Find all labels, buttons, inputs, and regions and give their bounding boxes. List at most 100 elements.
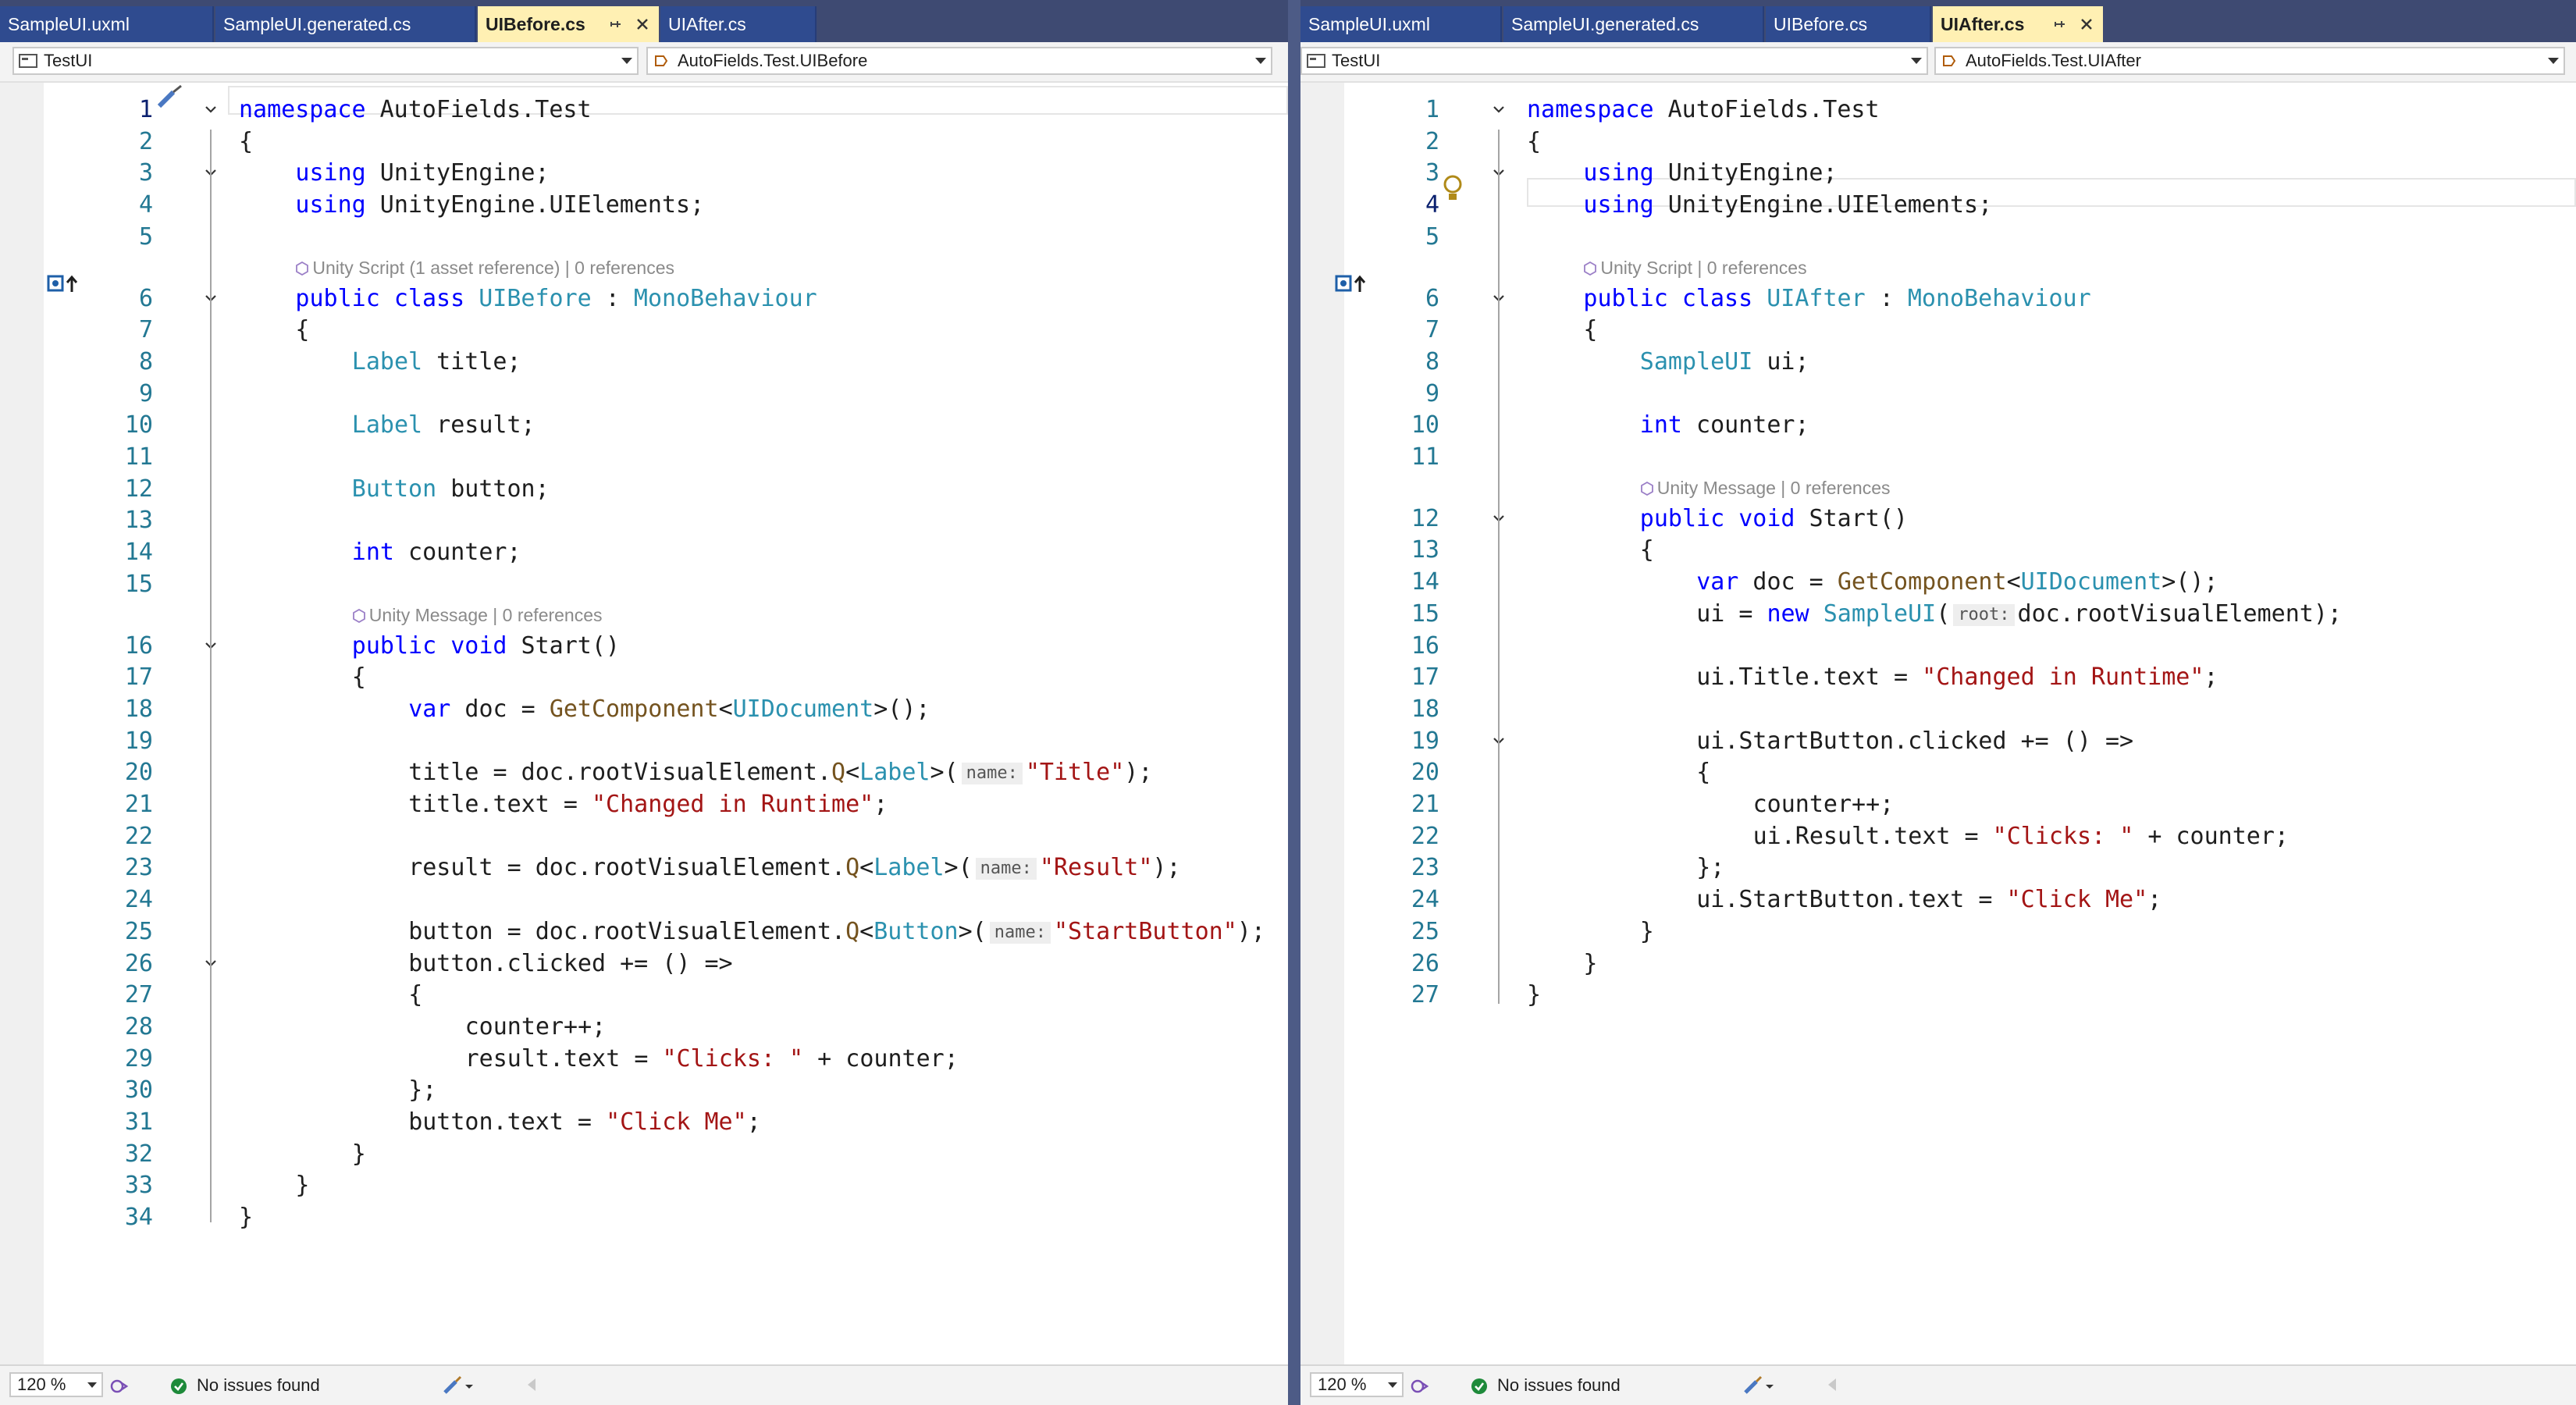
code-line[interactable]: 8 Label title; (0, 346, 1288, 378)
code-line[interactable]: 1 namespace AutoFields.Test (1300, 94, 2576, 126)
code-lens[interactable]: Unity Message | 0 references (352, 603, 603, 627)
implements-icon[interactable] (47, 272, 81, 295)
code-line[interactable]: 16 (1300, 630, 2576, 662)
code-line[interactable]: 5 (1300, 221, 2576, 253)
unity-cube-icon (1584, 261, 1597, 276)
code-line[interactable]: 22 ui.Result.text = "Clicks: " + counter; (1300, 820, 2576, 852)
code-cleanup-icon[interactable] (1742, 1375, 1774, 1396)
tab-sampleui-generated[interactable]: SampleUI.generated.cs (215, 6, 476, 42)
code-line[interactable]: 10 int counter; (1300, 409, 2576, 441)
code-line[interactable]: 18 (1300, 693, 2576, 725)
code-line[interactable]: 21 counter++; (1300, 788, 2576, 820)
project-dropdown[interactable]: TestUI (12, 47, 639, 75)
code-lens[interactable]: Unity Script | 0 references (1583, 256, 1807, 279)
code-line[interactable]: 12 Button button; (0, 473, 1288, 505)
zoom-dropdown[interactable]: 120 % (9, 1372, 103, 1397)
tab-uiafter[interactable]: UIAfter.cs (1933, 6, 2103, 42)
code-line[interactable]: 33} (0, 1169, 1288, 1201)
tab-uiafter[interactable]: UIAfter.cs (660, 6, 817, 42)
code-line[interactable]: 16 public void Start() (0, 630, 1288, 662)
code-line[interactable]: 11 (1300, 441, 2576, 473)
code-line[interactable]: 15 ui = new SampleUI(root: doc.rootVisualE… (1300, 598, 2576, 630)
code-line[interactable]: 3 using UnityEngine; (0, 157, 1288, 189)
issues-status[interactable]: No issues found (197, 1366, 320, 1405)
code-line[interactable]: 7{ (0, 314, 1288, 346)
code-line[interactable]: 24 ui.StartButton.text = "Click Me"; (1300, 884, 2576, 916)
code-line[interactable]: 21 title.text = "Changed in Runtime"; (0, 788, 1288, 820)
tab-uibefore[interactable]: UIBefore.cs (478, 6, 659, 42)
code-line[interactable]: 3 using UnityEngine; (1300, 157, 2576, 189)
implements-icon[interactable] (1335, 272, 1369, 295)
code-line[interactable]: 7{ (1300, 314, 2576, 346)
code-line[interactable]: 28 counter++; (0, 1011, 1288, 1043)
code-line[interactable]: 27 { (0, 979, 1288, 1011)
code-line[interactable]: 23}; (1300, 852, 2576, 884)
intellicode-icon[interactable] (1410, 1377, 1430, 1396)
zoom-dropdown[interactable]: 120 % (1310, 1372, 1404, 1397)
code-line[interactable]: 34} (0, 1201, 1288, 1233)
type-dropdown[interactable]: AutoFields.Test.UIAfter (1934, 47, 2565, 75)
code-line[interactable]: 14 var doc = GetComponent<UIDocument>(); (1300, 566, 2576, 598)
type-dropdown[interactable]: AutoFields.Test.UIBefore (646, 47, 1272, 75)
code-line[interactable]: 20 { (1300, 756, 2576, 788)
code-line[interactable]: 2{ (0, 126, 1288, 158)
code-line[interactable]: 6 public class UIAfter : MonoBehaviour (1300, 283, 2576, 315)
code-line[interactable]: 17 { (0, 661, 1288, 693)
code-line[interactable]: 30}; (0, 1074, 1288, 1106)
project-dropdown[interactable]: TestUI (1300, 47, 1928, 75)
code-lens[interactable]: Unity Script (1 asset reference) | 0 ref… (295, 256, 674, 279)
code-line[interactable]: 8 SampleUI ui; (1300, 346, 2576, 378)
code-line[interactable]: 5 (0, 221, 1288, 253)
code-line[interactable]: 2{ (1300, 126, 2576, 158)
scroll-left-icon[interactable] (528, 1378, 535, 1391)
code-line[interactable]: 23 result = doc.rootVisualElement.Q<Label… (0, 852, 1288, 884)
issues-status[interactable]: No issues found (1497, 1366, 1621, 1405)
chevron-down-icon[interactable] (1493, 103, 1505, 116)
lightbulb-icon[interactable] (1439, 173, 1466, 205)
code-line[interactable]: 19 ui.StartButton.clicked += () => (1300, 725, 2576, 757)
code-line[interactable]: 13 { (1300, 534, 2576, 566)
code-line[interactable]: 19 (0, 725, 1288, 757)
code-line[interactable]: 13 (0, 504, 1288, 536)
close-icon[interactable] (634, 16, 651, 33)
check-icon (1471, 1378, 1487, 1394)
code-line[interactable]: 14 int counter; (0, 536, 1288, 568)
code-line[interactable]: 22 (0, 820, 1288, 852)
code-line[interactable]: 17 ui.Title.text = "Changed in Runtime"; (1300, 661, 2576, 693)
tab-sampleui-uxml[interactable]: SampleUI.uxml (1300, 6, 1502, 42)
code-line[interactable]: 12 public void Start() (1300, 503, 2576, 535)
code-line[interactable]: 6 public class UIBefore : MonoBehaviour (0, 283, 1288, 315)
code-line[interactable]: 9 (0, 378, 1288, 410)
tab-sampleui-uxml[interactable]: SampleUI.uxml (0, 6, 214, 42)
code-line[interactable]: 10 Label result; (0, 409, 1288, 441)
scroll-left-icon[interactable] (1828, 1378, 1836, 1391)
close-icon[interactable] (2078, 16, 2095, 33)
code-line[interactable]: 26} (1300, 948, 2576, 980)
code-line[interactable]: 4 using UnityEngine.UIElements; (0, 189, 1288, 221)
code-line[interactable]: 25 button = doc.rootVisualElement.Q<Butto… (0, 916, 1288, 948)
pin-icon[interactable] (607, 16, 624, 33)
code-line[interactable]: 29 result.text = "Clicks: " + counter; (0, 1043, 1288, 1075)
code-line[interactable]: 20 title = doc.rootVisualElement.Q<Label>… (0, 756, 1288, 788)
code-line[interactable]: 31 button.text = "Click Me"; (0, 1106, 1288, 1138)
screwdriver-brush-icon[interactable] (153, 83, 200, 114)
code-editor[interactable]: 1 namespace AutoFields.Test 2{3 using Unity… (0, 83, 1288, 1366)
tab-sampleui-generated[interactable]: SampleUI.generated.cs (1503, 6, 1764, 42)
code-line[interactable]: 18 var doc = GetComponent<UIDocument>(); (0, 693, 1288, 725)
code-line[interactable]: 9 (1300, 378, 2576, 410)
code-line[interactable]: 15 (0, 568, 1288, 600)
tab-uibefore[interactable]: UIBefore.cs (1766, 6, 1931, 42)
code-line[interactable]: 26 button.clicked += () => (0, 948, 1288, 980)
code-line[interactable]: 24 (0, 884, 1288, 916)
code-cleanup-icon[interactable] (442, 1375, 473, 1396)
intellicode-icon[interactable] (109, 1377, 130, 1396)
code-editor[interactable]: 1 namespace AutoFields.Test 2{3 using Unity… (1300, 83, 2576, 1366)
code-line[interactable]: 25} (1300, 916, 2576, 948)
code-lens[interactable]: Unity Message | 0 references (1640, 476, 1891, 500)
pin-icon[interactable] (2051, 16, 2069, 33)
code-line[interactable]: 11 (0, 441, 1288, 473)
code-line[interactable]: 4 using UnityEngine.UIElements; (1300, 189, 2576, 221)
code-line[interactable]: 27} (1300, 979, 2576, 1011)
code-line[interactable]: 32} (0, 1138, 1288, 1170)
chevron-down-icon[interactable] (205, 103, 217, 116)
